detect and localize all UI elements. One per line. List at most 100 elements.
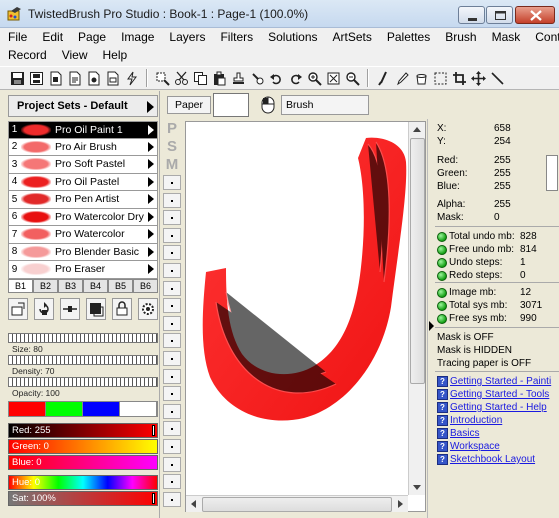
brush-item[interactable]: 1 Pro Oil Paint 1 (8, 121, 158, 139)
page-icon[interactable] (46, 69, 65, 88)
page-slot[interactable] (163, 280, 181, 296)
link-icon[interactable] (60, 298, 80, 320)
help-icon[interactable]: ? (437, 441, 448, 452)
lightning-icon[interactable] (122, 69, 141, 88)
page-mode-p[interactable]: P (164, 121, 180, 137)
help-link[interactable]: Getting Started - Painti (450, 376, 551, 387)
page-slot[interactable] (163, 491, 181, 507)
horizontal-scroll-thumb[interactable] (202, 497, 392, 512)
menu-help[interactable]: Help (94, 46, 134, 65)
bucket-icon[interactable] (412, 69, 431, 88)
help-link[interactable]: Sketchbook Layout (450, 454, 535, 465)
copy-icon[interactable] (191, 69, 210, 88)
help-icon[interactable]: ? (437, 428, 448, 439)
help-icon[interactable]: ? (437, 415, 448, 426)
menu-record[interactable]: Record (0, 46, 54, 65)
vertical-scroll-thumb[interactable] (410, 138, 425, 384)
help-link[interactable]: Basics (450, 428, 479, 439)
brush-item[interactable]: 6 Pro Watercolor Dry (8, 208, 158, 226)
brush-field[interactable]: Brush (281, 95, 369, 115)
page-slot[interactable] (163, 386, 181, 402)
vertical-scrollbar[interactable] (408, 122, 425, 495)
menu-filters[interactable]: Filters (212, 28, 260, 47)
redo-icon[interactable] (286, 69, 305, 88)
undo-icon[interactable] (267, 69, 286, 88)
brush-item[interactable]: 4 Pro Oil Pastel (8, 173, 158, 191)
menu-edit[interactable]: Edit (34, 28, 70, 47)
brush-tool-icon[interactable] (374, 69, 393, 88)
page-mode-s[interactable]: S (164, 139, 180, 155)
help-icon[interactable]: ? (437, 402, 448, 413)
menu-image[interactable]: Image (113, 28, 161, 47)
green-bar[interactable]: Green: 0 (8, 439, 158, 454)
floppy-icon[interactable] (27, 69, 46, 88)
page-slot[interactable] (163, 439, 181, 454)
page-slot[interactable] (163, 210, 181, 226)
color-swatch[interactable] (83, 402, 120, 416)
stamp-icon[interactable] (248, 69, 267, 88)
size-slider[interactable] (8, 333, 158, 343)
scroll-left-icon[interactable] (191, 500, 196, 508)
scroll-down-icon[interactable] (413, 485, 421, 490)
dropper-icon[interactable] (393, 69, 412, 88)
page-mode-m[interactable]: M (164, 157, 180, 173)
zoom-out-icon[interactable] (343, 69, 362, 88)
fit-icon[interactable] (324, 69, 343, 88)
color-swatch[interactable] (9, 402, 46, 416)
tab-b1[interactable]: B1 (8, 279, 33, 293)
brush-item[interactable]: 3 Pro Soft Pastel (8, 156, 158, 174)
page-slot[interactable] (163, 403, 181, 419)
collapse-arrow-icon[interactable] (429, 321, 434, 331)
page-slot[interactable] (163, 421, 181, 437)
page-slot[interactable] (163, 175, 181, 190)
page-slot[interactable] (163, 474, 181, 490)
menu-solutions[interactable]: Solutions (260, 28, 324, 47)
page-icon[interactable] (103, 69, 122, 88)
brush-item[interactable]: 9 Pro Eraser (8, 261, 158, 279)
tab-b5[interactable]: B5 (108, 279, 133, 293)
help-icon[interactable]: ? (437, 454, 448, 465)
page-icon[interactable] (84, 69, 103, 88)
menu-layers[interactable]: Layers (161, 28, 212, 47)
panel-splitter[interactable] (427, 119, 434, 518)
layers-icon[interactable] (86, 298, 106, 320)
page-icon[interactable] (65, 69, 84, 88)
menu-mask[interactable]: Mask (484, 28, 528, 47)
menu-file[interactable]: File (0, 28, 34, 47)
paper-button[interactable]: Paper (167, 96, 211, 114)
menu-palettes[interactable]: Palettes (379, 28, 437, 47)
canvas[interactable] (185, 121, 426, 512)
opacity-slider[interactable] (8, 377, 158, 387)
density-slider[interactable] (8, 355, 158, 365)
paste-icon[interactable] (210, 69, 229, 88)
cut-copy-icon[interactable] (153, 69, 172, 88)
scroll-right-icon[interactable] (398, 500, 403, 508)
menu-artsets[interactable]: ArtSets (325, 28, 379, 47)
sat-knob[interactable] (152, 493, 155, 504)
page-slot[interactable] (163, 245, 181, 261)
brush-options-icon[interactable] (8, 298, 28, 320)
crop-icon[interactable] (450, 69, 469, 88)
tab-b6[interactable]: B6 (133, 279, 158, 293)
help-link[interactable]: Getting Started - Tools (450, 389, 549, 400)
brush-item[interactable]: 2 Pro Air Brush (8, 138, 158, 156)
red-bar[interactable]: Red: 255 (8, 423, 158, 438)
red-knob[interactable] (152, 425, 155, 436)
select-icon[interactable] (431, 69, 450, 88)
page-slot[interactable] (163, 456, 181, 472)
help-link[interactable]: Workspace (450, 441, 500, 452)
color-swatch[interactable] (120, 402, 157, 416)
menu-brush[interactable]: Brush (437, 28, 483, 47)
page-slot[interactable] (163, 368, 181, 384)
menu-page[interactable]: Page (70, 28, 113, 47)
tab-b2[interactable]: B2 (33, 279, 58, 293)
scroll-up-icon[interactable] (413, 127, 421, 132)
page-slot[interactable] (163, 315, 181, 331)
zoom-in-icon[interactable] (305, 69, 324, 88)
page-slot[interactable] (163, 351, 181, 366)
settings-icon[interactable] (138, 298, 158, 320)
help-icon[interactable]: ? (437, 389, 448, 400)
stamp-icon[interactable] (229, 69, 248, 88)
line-icon[interactable] (488, 69, 507, 88)
move-icon[interactable] (469, 69, 488, 88)
